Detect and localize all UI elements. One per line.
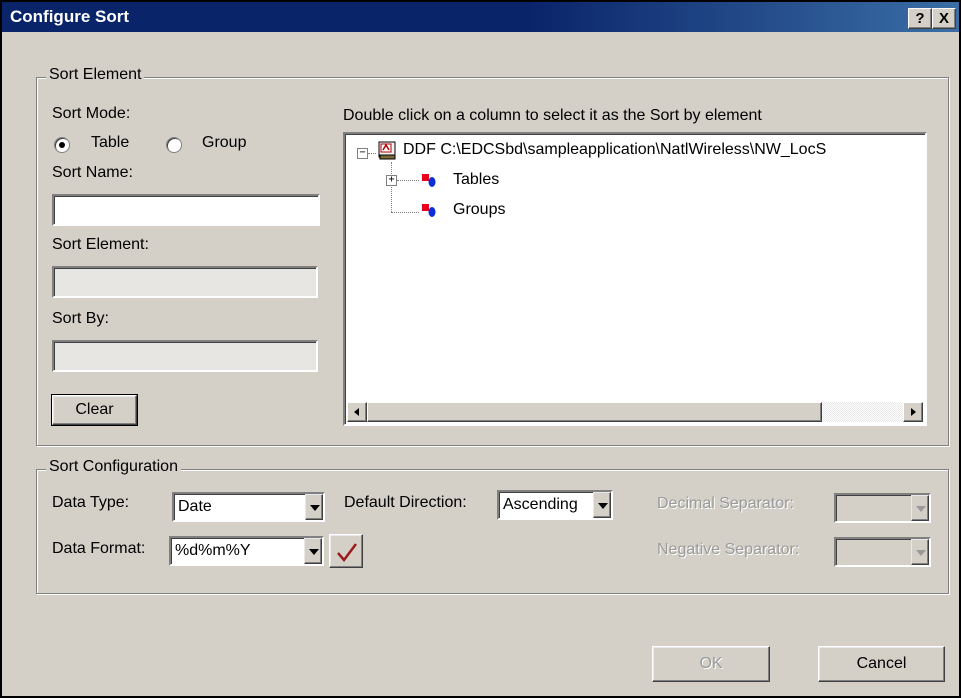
data-type-label: Data Type: bbox=[52, 494, 130, 511]
collapse-icon[interactable]: − bbox=[357, 148, 368, 159]
tree-node-groups[interactable]: Groups bbox=[453, 201, 505, 219]
negative-separator-select bbox=[834, 537, 931, 567]
sort-element-input bbox=[52, 266, 318, 298]
configure-sort-dialog: Configure Sort ? X Sort Element Sort Mod… bbox=[0, 0, 961, 698]
default-direction-label: Default Direction: bbox=[344, 494, 467, 511]
data-format-select[interactable]: %d%m%Y bbox=[169, 536, 324, 566]
chevron-down-icon bbox=[911, 495, 929, 521]
mode-group-radio[interactable] bbox=[166, 137, 182, 153]
scroll-left-button[interactable] bbox=[347, 402, 367, 422]
chevron-down-icon[interactable] bbox=[304, 538, 322, 564]
mode-table-radio[interactable] bbox=[54, 137, 70, 153]
sort-element-legend: Sort Element bbox=[46, 66, 145, 84]
sort-element-field-label: Sort Element: bbox=[52, 236, 149, 253]
data-format-label: Data Format: bbox=[52, 540, 146, 557]
chevron-down-icon[interactable] bbox=[593, 492, 611, 518]
decimal-separator-select bbox=[834, 493, 931, 523]
sort-by-input bbox=[52, 340, 318, 372]
mode-table-label[interactable]: Table bbox=[91, 134, 129, 152]
tree-connector bbox=[391, 162, 392, 212]
sort-configuration-legend: Sort Configuration bbox=[46, 458, 181, 476]
decimal-separator-label: Decimal Separator: bbox=[657, 495, 794, 512]
tree-connector bbox=[397, 180, 419, 181]
sort-by-label: Sort By: bbox=[52, 310, 109, 327]
cancel-button[interactable]: Cancel bbox=[818, 646, 945, 682]
chevron-down-icon[interactable] bbox=[305, 494, 323, 520]
group-node-icon bbox=[421, 202, 437, 218]
window-title: Configure Sort bbox=[10, 7, 129, 26]
tree-connector bbox=[391, 212, 419, 213]
sort-configuration-group bbox=[36, 469, 949, 594]
data-type-value: Date bbox=[178, 498, 212, 515]
chevron-down-icon bbox=[911, 539, 929, 565]
mode-group-label[interactable]: Group bbox=[202, 134, 246, 152]
tree-instruction: Double click on a column to select it as… bbox=[343, 107, 762, 124]
data-format-value: %d%m%Y bbox=[175, 542, 251, 559]
tree-root-node[interactable]: DDF C:\EDCSbd\sampleapplication\NatlWire… bbox=[403, 141, 826, 159]
sort-mode-label: Sort Mode: bbox=[52, 105, 131, 122]
sort-name-label: Sort Name: bbox=[52, 164, 133, 181]
column-tree[interactable]: − DDF C:\EDCSbd\sampleapplication\NatlWi… bbox=[343, 132, 927, 426]
help-button[interactable]: ? bbox=[908, 8, 932, 29]
negative-separator-label: Negative Separator: bbox=[657, 541, 800, 558]
data-type-select[interactable]: Date bbox=[172, 492, 325, 522]
title-bar[interactable]: Configure Sort ? X bbox=[2, 2, 959, 32]
expand-icon[interactable]: + bbox=[386, 175, 397, 186]
apply-format-button[interactable] bbox=[329, 534, 363, 568]
sort-name-input[interactable] bbox=[52, 194, 320, 226]
database-icon bbox=[378, 141, 397, 160]
default-direction-value: Ascending bbox=[503, 496, 578, 513]
tree-node-tables[interactable]: Tables bbox=[453, 171, 499, 189]
default-direction-select[interactable]: Ascending bbox=[497, 490, 613, 520]
checkmark-icon bbox=[336, 541, 358, 568]
table-node-icon bbox=[421, 172, 437, 188]
scroll-right-button[interactable] bbox=[903, 402, 923, 422]
horizontal-scrollbar[interactable] bbox=[347, 402, 923, 422]
close-button[interactable]: X bbox=[932, 8, 956, 29]
clear-button[interactable]: Clear bbox=[51, 394, 138, 426]
tree-connector bbox=[368, 153, 376, 154]
ok-button[interactable]: OK bbox=[652, 646, 770, 682]
scroll-thumb[interactable] bbox=[367, 402, 822, 422]
